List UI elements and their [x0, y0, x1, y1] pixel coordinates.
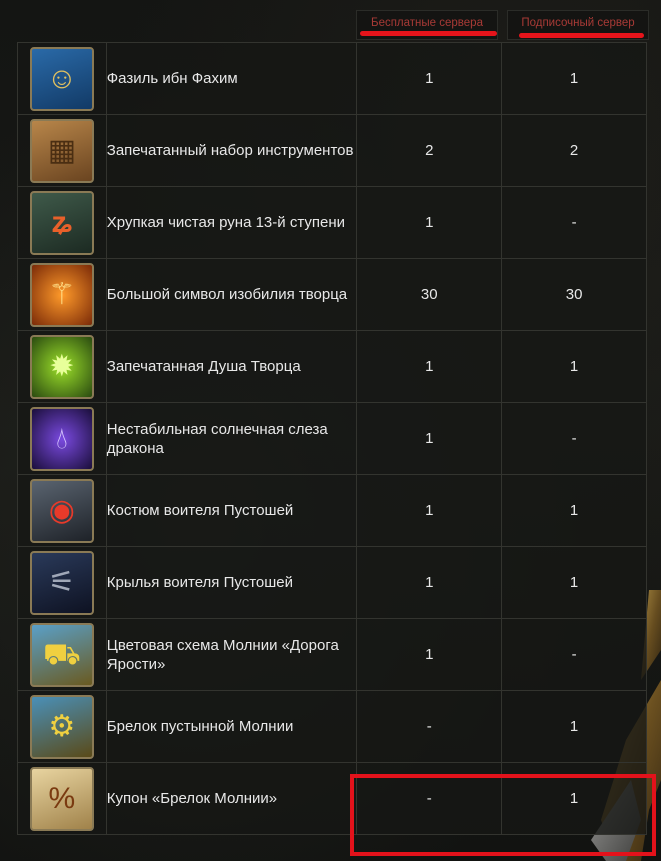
- table-row: ⚙ Брелок пустынной Молнии - 1: [17, 690, 647, 763]
- table-row: 💧︎ Нестабильная солнечная слеза дракона …: [17, 402, 647, 475]
- item-name: Крылья воителя Пустошей: [105, 546, 358, 619]
- vehicle-keychain-icon: ⚙: [29, 694, 94, 759]
- item-name: Хрупкая чистая руна 13-й ступени: [105, 186, 358, 259]
- table-row: ʑ Хрупкая чистая руна 13-й ступени 1 -: [17, 186, 647, 259]
- table-row: ⚟ Крылья воителя Пустошей 1 1: [17, 546, 647, 619]
- free-server-count: 1: [356, 402, 503, 475]
- free-server-count: 1: [356, 186, 503, 259]
- armor-costume-icon: ◉: [29, 478, 94, 543]
- subscription-server-count: 1: [501, 474, 647, 547]
- item-name: Большой символ изобилия творца: [105, 258, 358, 331]
- item-name: Запечатанная Душа Творца: [105, 330, 358, 403]
- item-name: Костюм воителя Пустошей: [105, 474, 358, 547]
- subscription-server-count: -: [501, 186, 647, 259]
- subscription-server-count: 1: [501, 546, 647, 619]
- free-server-count: 1: [356, 330, 503, 403]
- red-underline-annotation: [360, 31, 497, 36]
- item-name: Купон «Брелок Молнии»: [105, 762, 358, 835]
- rune-stone-icon: ʑ: [29, 190, 94, 255]
- table-row: ⚚ Большой символ изобилия творца 30 30: [17, 258, 647, 331]
- item-name: Фазиль ибн Фахим: [105, 42, 358, 115]
- table-row: ▦ Запечатанный набор инструментов 2 2: [17, 114, 647, 187]
- table-row: ◉ Костюм воителя Пустошей 1 1: [17, 474, 647, 547]
- red-underline-annotation: [519, 33, 644, 38]
- purple-tear-icon: 💧︎: [29, 406, 94, 471]
- free-server-count: 2: [356, 114, 503, 187]
- item-name: Запечатанный набор инструментов: [105, 114, 358, 187]
- table-row: ☺ Фазиль ибн Фахим 1 1: [17, 42, 647, 115]
- wooden-crate-icon: ▦: [29, 118, 94, 183]
- vehicle-colorscheme-icon: ⛟: [29, 622, 94, 687]
- free-server-count: 1: [356, 42, 503, 115]
- free-server-count: -: [356, 690, 503, 763]
- green-soul-gem-icon: ✹: [29, 334, 94, 399]
- subscription-server-count: 30: [501, 258, 647, 331]
- item-name: Нестабильная солнечная слеза дракона: [105, 402, 358, 475]
- table-row: ✹ Запечатанная Душа Творца 1 1: [17, 330, 647, 403]
- golden-symbol-icon: ⚚: [29, 262, 94, 327]
- subscription-server-count: 1: [501, 42, 647, 115]
- subscription-server-count: 1: [501, 330, 647, 403]
- coupon-icon: %: [29, 766, 94, 831]
- subscription-server-count: 1: [501, 690, 647, 763]
- subscription-server-count: -: [501, 402, 647, 475]
- subscription-server-count: 2: [501, 114, 647, 187]
- free-server-count: 30: [356, 258, 503, 331]
- item-name: Цветовая схема Молнии «Дорога Ярости»: [105, 618, 358, 691]
- free-server-count: 1: [356, 618, 503, 691]
- turbaned-merchant-icon: ☺: [29, 46, 94, 111]
- item-name: Брелок пустынной Молнии: [105, 690, 358, 763]
- rewards-table: ☺ Фазиль ибн Фахим 1 1 ▦ Запечатанный на…: [17, 42, 647, 835]
- wasteland-wings-icon: ⚟: [29, 550, 94, 615]
- subscription-server-count: -: [501, 618, 647, 691]
- table-row: ⛟ Цветовая схема Молнии «Дорога Ярости» …: [17, 618, 647, 691]
- free-server-count: 1: [356, 474, 503, 547]
- free-server-count: 1: [356, 546, 503, 619]
- red-highlight-annotation: [350, 774, 656, 856]
